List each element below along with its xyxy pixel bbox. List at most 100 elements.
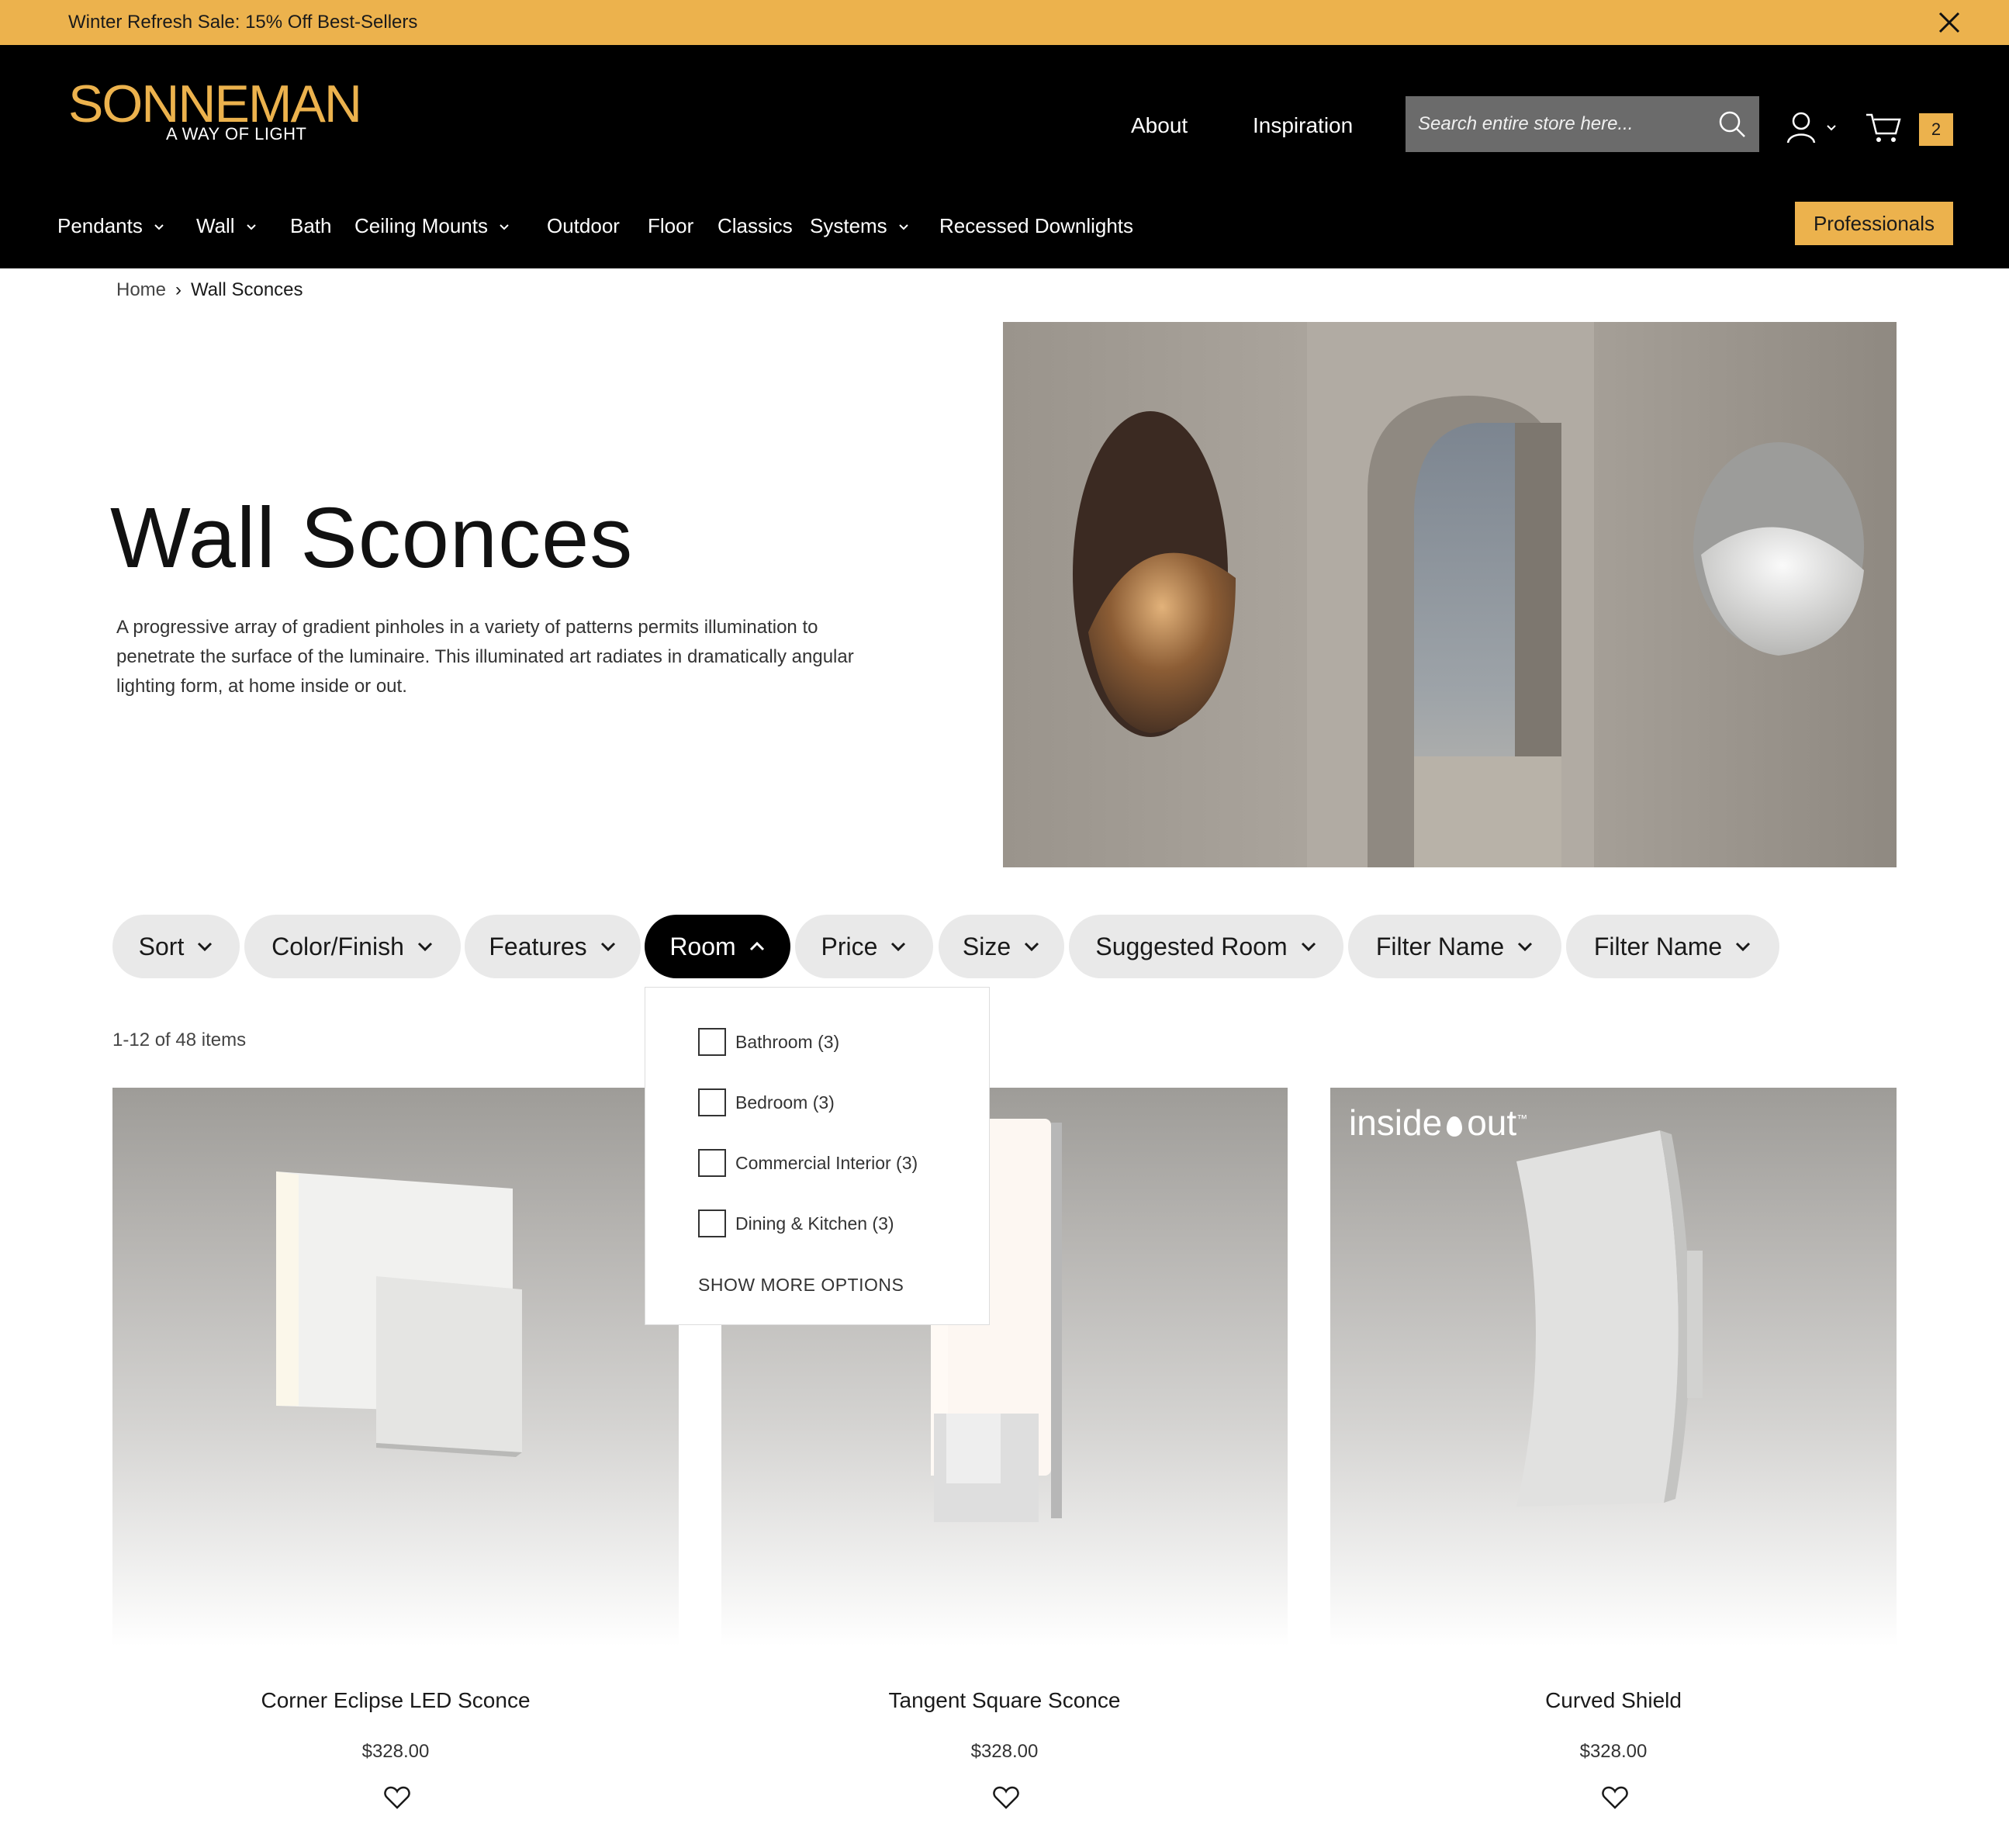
brand-tagline: A WAY OF LIGHT <box>166 124 307 144</box>
filter-room[interactable]: Room <box>645 915 790 978</box>
droplet-icon <box>1447 1116 1463 1137</box>
filter-label: Features <box>489 932 587 960</box>
filter-label: Suggested Room <box>1095 932 1288 960</box>
nav-pendants[interactable]: Pendants <box>57 214 164 238</box>
checkbox[interactable] <box>698 1028 726 1056</box>
chevron-down-icon <box>417 942 432 952</box>
heart-icon[interactable] <box>992 1784 1020 1811</box>
breadcrumb-home[interactable]: Home <box>116 279 166 301</box>
product-image[interactable]: inside out™ <box>1330 1088 1897 1646</box>
chevron-down-icon <box>154 223 164 230</box>
results-count: 1-12 of 48 items <box>112 1030 247 1050</box>
product-price: $328.00 <box>970 1741 1039 1762</box>
room-filter-dropdown: Bathroom (3) Bedroom (3) Commercial Inte… <box>645 987 990 1325</box>
nav-outdoor[interactable]: Outdoor <box>547 214 620 238</box>
option-label: Commercial Interior (3) <box>735 1152 918 1173</box>
nav-floor[interactable]: Floor <box>648 214 693 238</box>
filter-name-2[interactable]: Filter Name <box>1566 915 1779 978</box>
nav-label: Recessed Downlights <box>939 214 1134 237</box>
professionals-button[interactable]: Professionals <box>1795 202 1953 245</box>
product-image[interactable] <box>112 1088 679 1646</box>
breadcrumb: Home › Wall Sconces <box>116 279 303 301</box>
room-option-bathroom[interactable]: Bathroom (3) <box>698 1028 839 1056</box>
nav-label: Bath <box>290 214 332 237</box>
nav-ceiling-mounts[interactable]: Ceiling Mounts <box>354 214 510 238</box>
nav-wall[interactable]: Wall <box>196 214 257 238</box>
filter-label: Size <box>962 932 1011 960</box>
search-icon[interactable] <box>1717 109 1747 139</box>
site-header: SONNEMAN A WAY OF LIGHT About Inspiratio… <box>0 45 2009 268</box>
filter-label: Room <box>669 932 736 960</box>
option-label: Bathroom (3) <box>735 1031 840 1052</box>
filter-price[interactable]: Price <box>795 915 933 978</box>
nav-label: Systems <box>810 214 887 237</box>
filter-size[interactable]: Size <box>939 915 1064 978</box>
checkbox[interactable] <box>698 1088 726 1116</box>
curved-shield-image <box>1516 1130 1703 1507</box>
breadcrumb-current: Wall Sconces <box>191 279 303 300</box>
chevron-down-icon <box>246 223 256 230</box>
close-icon[interactable] <box>1936 9 1962 36</box>
product-name[interactable]: Corner Eclipse LED Sconce <box>112 1688 679 1713</box>
checkbox[interactable] <box>698 1149 726 1177</box>
nav-bath[interactable]: Bath <box>290 214 332 238</box>
nav-label: Wall <box>196 214 235 237</box>
filter-label: Color/Finish <box>271 932 404 960</box>
nav-systems[interactable]: Systems <box>810 214 909 238</box>
search-bar <box>1406 96 1759 152</box>
filter-suggested-room[interactable]: Suggested Room <box>1069 915 1343 978</box>
nav-recessed-downlights[interactable]: Recessed Downlights <box>939 214 1133 238</box>
breadcrumb-separator: › <box>175 279 182 300</box>
nav-label: Pendants <box>57 214 143 237</box>
chevron-down-icon <box>898 223 908 230</box>
chevron-down-icon <box>891 942 906 952</box>
page-title: Wall Sconces <box>110 490 634 586</box>
chevron-down-icon <box>1301 942 1316 952</box>
cart-icon[interactable] <box>1865 112 1902 144</box>
promo-bar: Winter Refresh Sale: 15% Off Best-Seller… <box>0 0 2009 45</box>
cart-count-badge: 2 <box>1919 113 1953 146</box>
badge-out: out <box>1467 1102 1517 1143</box>
inside-out-badge: inside out™ <box>1349 1102 1527 1144</box>
nav-label: Floor <box>648 214 694 237</box>
corner-eclipse-sconce-image <box>276 1171 522 1457</box>
heart-icon[interactable] <box>1601 1784 1629 1811</box>
product-name[interactable]: Curved Shield <box>1330 1688 1897 1713</box>
option-label: Bedroom (3) <box>735 1092 835 1113</box>
checkbox[interactable] <box>698 1210 726 1237</box>
option-label: Dining & Kitchen (3) <box>735 1213 894 1234</box>
filter-name-1[interactable]: Filter Name <box>1348 915 1561 978</box>
category-description: A progressive array of gradient pinholes… <box>116 617 854 697</box>
show-more-options-link[interactable]: SHOW MORE OPTIONS <box>698 1275 904 1296</box>
chevron-down-icon <box>1736 942 1751 952</box>
chevron-down-icon <box>600 942 615 952</box>
product-name[interactable]: Tangent Square Sconce <box>721 1688 1288 1713</box>
nav-label: Classics <box>718 214 793 237</box>
nav-label: Ceiling Mounts <box>354 214 488 237</box>
nav-label: Outdoor <box>547 214 620 237</box>
nav-classics[interactable]: Classics <box>718 214 793 238</box>
account-icon[interactable] <box>1786 110 1840 144</box>
chevron-down-icon <box>500 223 509 230</box>
room-option-dining-kitchen[interactable]: Dining & Kitchen (3) <box>698 1210 894 1237</box>
brand-name: SONNEMAN <box>68 74 362 133</box>
about-link[interactable]: About <box>1131 113 1188 138</box>
filter-sort[interactable]: Sort <box>112 915 240 978</box>
filter-label: Sort <box>138 932 185 960</box>
room-option-bedroom[interactable]: Bedroom (3) <box>698 1088 835 1116</box>
room-option-commercial-interior[interactable]: Commercial Interior (3) <box>698 1149 918 1177</box>
brand-logo[interactable]: SONNEMAN A WAY OF LIGHT <box>68 74 362 144</box>
filter-color-finish[interactable]: Color/Finish <box>244 915 461 978</box>
filter-label: Price <box>821 932 878 960</box>
badge-trademark: ™ <box>1516 1112 1528 1125</box>
chevron-down-icon <box>1025 942 1039 952</box>
chevron-down-icon <box>198 942 213 952</box>
inspiration-link[interactable]: Inspiration <box>1253 113 1353 138</box>
filter-features[interactable]: Features <box>465 915 641 978</box>
chevron-down-icon <box>1518 942 1533 952</box>
hero-image <box>1003 322 1897 867</box>
search-input[interactable] <box>1418 113 1717 135</box>
heart-icon[interactable] <box>383 1784 411 1811</box>
chevron-up-icon <box>749 941 764 951</box>
promo-text: Winter Refresh Sale: 15% Off Best-Seller… <box>68 12 418 33</box>
